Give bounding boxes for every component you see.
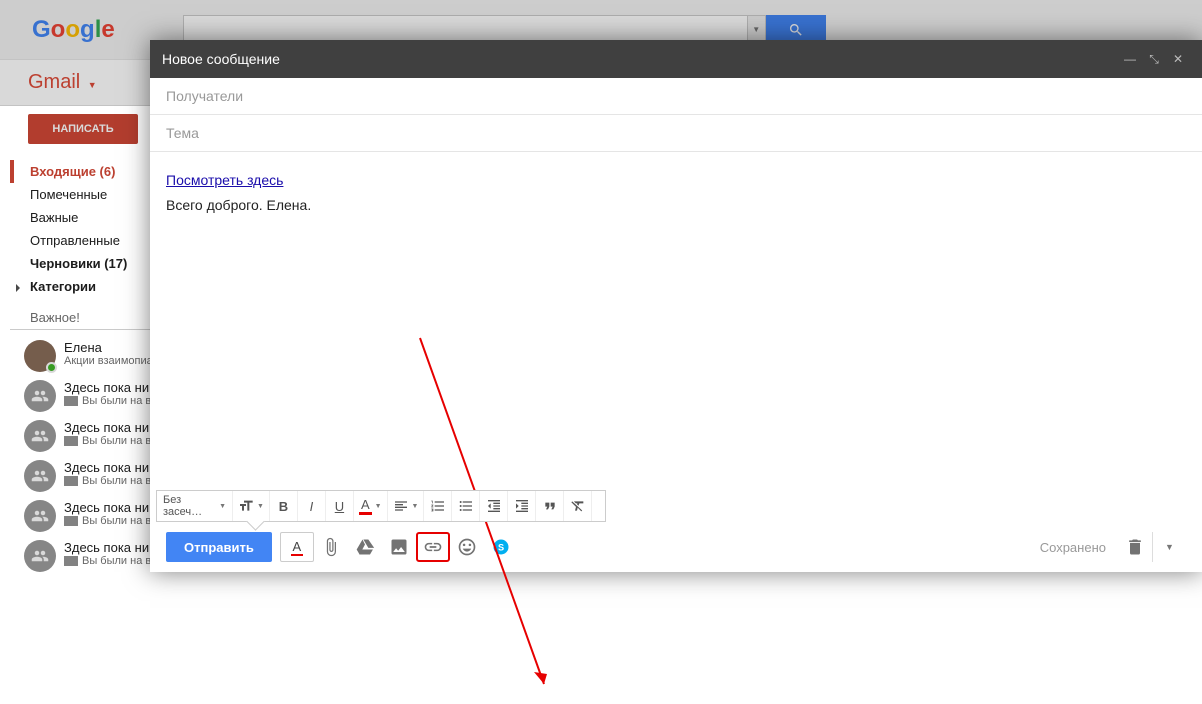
body-link[interactable]: Посмотреть здесь bbox=[166, 172, 283, 188]
search-icon bbox=[788, 22, 804, 38]
camera-icon bbox=[64, 436, 78, 446]
attach-file-button[interactable] bbox=[314, 532, 348, 562]
formatting-toggle-button[interactable]: A bbox=[280, 532, 314, 562]
gmail-logo[interactable]: Gmail ▼ bbox=[28, 71, 97, 94]
bold-button[interactable]: B bbox=[270, 491, 298, 521]
compose-header[interactable]: Новое сообщение — ⤡ ✕ bbox=[150, 40, 1202, 78]
insert-drive-button[interactable] bbox=[348, 532, 382, 562]
minimize-icon[interactable]: — bbox=[1118, 52, 1142, 66]
compose-bottom-bar: Отправить A S Сохранено ▼ bbox=[150, 522, 1202, 572]
font-size-button[interactable]: ▼ bbox=[233, 491, 270, 521]
align-left-icon bbox=[393, 498, 409, 514]
more-options-button[interactable]: ▼ bbox=[1152, 532, 1186, 562]
image-icon bbox=[389, 537, 409, 557]
insert-emoji-button[interactable] bbox=[450, 532, 484, 562]
emoji-icon bbox=[457, 537, 477, 557]
compose-button[interactable]: НАПИСАТЬ bbox=[28, 114, 138, 144]
compose-title: Новое сообщение bbox=[162, 51, 280, 67]
link-icon bbox=[423, 537, 443, 557]
list-bullet-icon bbox=[458, 498, 474, 514]
quote-button[interactable] bbox=[536, 491, 564, 521]
skype-button[interactable]: S bbox=[484, 532, 518, 562]
compose-body[interactable]: Посмотреть здесь Всего доброго. Елена. bbox=[150, 152, 1202, 490]
font-family-select[interactable]: Без засеч…▼ bbox=[157, 491, 233, 521]
avatar bbox=[24, 420, 56, 452]
camera-icon bbox=[64, 476, 78, 486]
list-ordered-icon bbox=[430, 498, 446, 514]
presence-dot bbox=[46, 362, 57, 373]
bulleted-list-button[interactable] bbox=[452, 491, 480, 521]
send-button[interactable]: Отправить bbox=[166, 532, 272, 562]
avatar bbox=[24, 380, 56, 412]
restore-icon[interactable]: ⤡ bbox=[1142, 52, 1166, 67]
compose-window: Новое сообщение — ⤡ ✕ Получатели Тема По… bbox=[150, 40, 1202, 572]
quote-icon bbox=[542, 498, 558, 514]
saved-status: Сохранено bbox=[1040, 540, 1106, 555]
clear-format-icon bbox=[570, 498, 586, 514]
text-size-icon bbox=[238, 498, 254, 514]
indent-more-button[interactable] bbox=[508, 491, 536, 521]
drive-icon bbox=[355, 537, 375, 557]
paperclip-icon bbox=[321, 537, 341, 557]
avatar bbox=[24, 340, 56, 372]
indent-increase-icon bbox=[514, 498, 530, 514]
align-button[interactable]: ▼ bbox=[388, 491, 425, 521]
svg-text:S: S bbox=[498, 542, 504, 552]
recipients-field[interactable]: Получатели bbox=[150, 78, 1202, 115]
avatar bbox=[24, 500, 56, 532]
italic-button[interactable]: I bbox=[298, 491, 326, 521]
close-icon[interactable]: ✕ bbox=[1166, 52, 1190, 66]
subject-field[interactable]: Тема bbox=[150, 115, 1202, 152]
camera-icon bbox=[64, 516, 78, 526]
underline-button[interactable]: U bbox=[326, 491, 354, 521]
camera-icon bbox=[64, 396, 78, 406]
google-logo: Google bbox=[32, 16, 115, 44]
skype-icon: S bbox=[491, 537, 511, 557]
body-text: Всего доброго. Елена. bbox=[166, 197, 311, 213]
remove-format-button[interactable] bbox=[564, 491, 592, 521]
trash-icon bbox=[1125, 537, 1145, 557]
insert-photo-button[interactable] bbox=[382, 532, 416, 562]
insert-link-button[interactable] bbox=[416, 532, 450, 562]
camera-icon bbox=[64, 556, 78, 566]
numbered-list-button[interactable] bbox=[424, 491, 452, 521]
format-toolbar: Без засеч…▼ ▼ B I U A▼ ▼ bbox=[156, 490, 606, 522]
avatar bbox=[24, 460, 56, 492]
discard-draft-button[interactable] bbox=[1118, 532, 1152, 562]
indent-decrease-icon bbox=[486, 498, 502, 514]
avatar bbox=[24, 540, 56, 572]
indent-less-button[interactable] bbox=[480, 491, 508, 521]
text-color-button[interactable]: A▼ bbox=[354, 491, 388, 521]
